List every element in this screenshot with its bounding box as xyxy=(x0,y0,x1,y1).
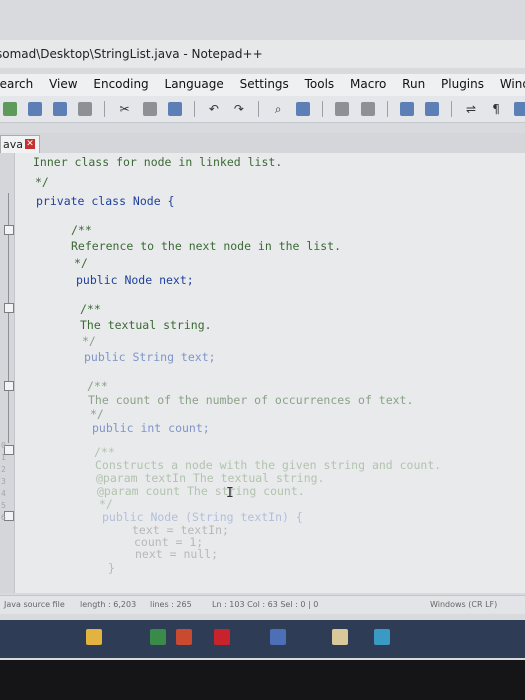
toolbar-separator xyxy=(386,101,388,117)
office-icon[interactable] xyxy=(176,629,192,645)
paste-icon[interactable] xyxy=(167,102,182,116)
code-line: public String text; xyxy=(84,350,216,364)
wrap-icon[interactable]: ⇌ xyxy=(464,102,478,116)
menu-bar: Search View Encoding Language Settings T… xyxy=(0,74,525,96)
fold-toggle[interactable] xyxy=(4,303,14,313)
code-line: @param count The string count. xyxy=(97,484,305,498)
code-line: Inner class for node in linked list. xyxy=(33,155,283,169)
code-line: /** xyxy=(71,223,92,237)
code-line: */ xyxy=(74,256,88,270)
menu-window[interactable]: Window xyxy=(494,74,525,91)
code-line: public Node (String textIn) { xyxy=(102,510,303,524)
code-line: */ xyxy=(35,175,49,189)
code-editor[interactable]: 0 1 2 3 4 5 6 Inner class for node in li… xyxy=(0,153,525,593)
line-number: 6 xyxy=(1,513,6,522)
sync-v-icon[interactable] xyxy=(399,102,414,116)
line-number: 1 xyxy=(1,453,6,462)
show-all-icon[interactable]: ¶ xyxy=(489,102,503,116)
menu-view[interactable]: View xyxy=(43,74,83,91)
zoom-in-icon[interactable] xyxy=(335,102,350,116)
line-number: 5 xyxy=(1,501,6,510)
status-bar: Java source file length : 6,203 lines : … xyxy=(0,595,525,614)
indent-guide-icon[interactable] xyxy=(514,102,525,116)
code-line: The textual string. xyxy=(80,318,212,332)
app-icon[interactable] xyxy=(270,629,286,645)
line-number: 0 xyxy=(1,441,6,450)
toolbar-separator xyxy=(193,101,195,117)
line-number: 4 xyxy=(1,489,6,498)
toolbar-separator xyxy=(258,101,260,117)
taskbar xyxy=(0,620,525,658)
status-filetype: Java source file xyxy=(4,600,65,609)
new-file-icon[interactable] xyxy=(3,102,17,116)
code-line: The count of the number of occurrences o… xyxy=(88,393,414,407)
sync-h-icon[interactable] xyxy=(424,102,439,116)
fold-toggle[interactable] xyxy=(4,225,14,235)
monitor-bezel xyxy=(0,660,525,700)
screen: somad\Desktop\StringList.java - Notepad+… xyxy=(0,0,525,660)
status-length: length : 6,203 xyxy=(80,600,137,609)
status-position: Ln : 103 Col : 63 Sel : 0 | 0 xyxy=(212,600,319,609)
print-icon[interactable] xyxy=(78,102,93,116)
toolbar-separator xyxy=(322,101,324,117)
code-line: public int count; xyxy=(92,421,210,435)
file-explorer-icon[interactable] xyxy=(86,629,102,645)
code-line: */ xyxy=(82,334,96,348)
code-line: /** xyxy=(87,379,108,393)
code-line: } xyxy=(108,561,115,575)
toolbar-separator xyxy=(104,101,106,117)
code-line: next = null; xyxy=(135,547,219,561)
cut-icon[interactable]: ✂ xyxy=(117,102,131,116)
tab-stringlist-java[interactable]: ava ✕ xyxy=(0,135,40,153)
status-lines: lines : 265 xyxy=(150,600,192,609)
undo-icon[interactable]: ↶ xyxy=(207,102,221,116)
text-cursor: I xyxy=(226,486,234,501)
tab-bar: ava ✕ xyxy=(0,133,525,153)
open-file-icon[interactable] xyxy=(28,102,43,116)
zoom-out-icon[interactable] xyxy=(360,102,375,116)
menu-tools[interactable]: Tools xyxy=(299,74,341,91)
app-icon-2[interactable] xyxy=(374,629,390,645)
notepad-plus-icon[interactable] xyxy=(150,629,166,645)
tab-label: ava xyxy=(3,138,23,151)
window-title-bar: somad\Desktop\StringList.java - Notepad+… xyxy=(0,40,525,68)
menu-language[interactable]: Language xyxy=(159,74,230,91)
acrobat-icon[interactable] xyxy=(214,629,230,645)
code-line: */ xyxy=(99,497,113,511)
status-eol: Windows (CR LF) xyxy=(430,600,498,609)
menu-search[interactable]: Search xyxy=(0,74,39,91)
code-line: Reference to the next node in the list. xyxy=(71,239,342,253)
line-number: 2 xyxy=(1,465,6,474)
fold-toggle[interactable] xyxy=(4,381,14,391)
code-line: @param textIn The textual string. xyxy=(96,471,325,485)
window-title: somad\Desktop\StringList.java - Notepad+… xyxy=(0,47,263,61)
menu-plugins[interactable]: Plugins xyxy=(435,74,490,91)
code-line: public Node next; xyxy=(76,273,194,287)
toolbar-separator xyxy=(450,101,452,117)
menu-encoding[interactable]: Encoding xyxy=(87,74,154,91)
copy-icon[interactable] xyxy=(142,102,157,116)
save-icon[interactable] xyxy=(53,102,68,116)
fold-margin: 0 1 2 3 4 5 6 xyxy=(0,153,15,593)
file-icon[interactable] xyxy=(332,629,348,645)
menu-settings[interactable]: Settings xyxy=(234,74,295,91)
code-line: */ xyxy=(90,407,104,421)
code-line: private class Node { xyxy=(36,194,175,208)
close-tab-icon[interactable]: ✕ xyxy=(25,139,35,149)
line-number: 3 xyxy=(1,477,6,486)
menu-run[interactable]: Run xyxy=(396,74,431,91)
code-line: /** xyxy=(80,302,101,316)
code-line: /** xyxy=(94,445,115,459)
find-icon[interactable]: ⌕ xyxy=(271,102,285,116)
menu-macro[interactable]: Macro xyxy=(344,74,392,91)
redo-icon[interactable]: ↷ xyxy=(232,102,246,116)
code-line: Constructs a node with the given string … xyxy=(95,458,442,472)
toolbar: ✂ ↶ ↷ ⌕ ⇌ ¶ xyxy=(0,96,525,123)
replace-icon[interactable] xyxy=(296,102,311,116)
